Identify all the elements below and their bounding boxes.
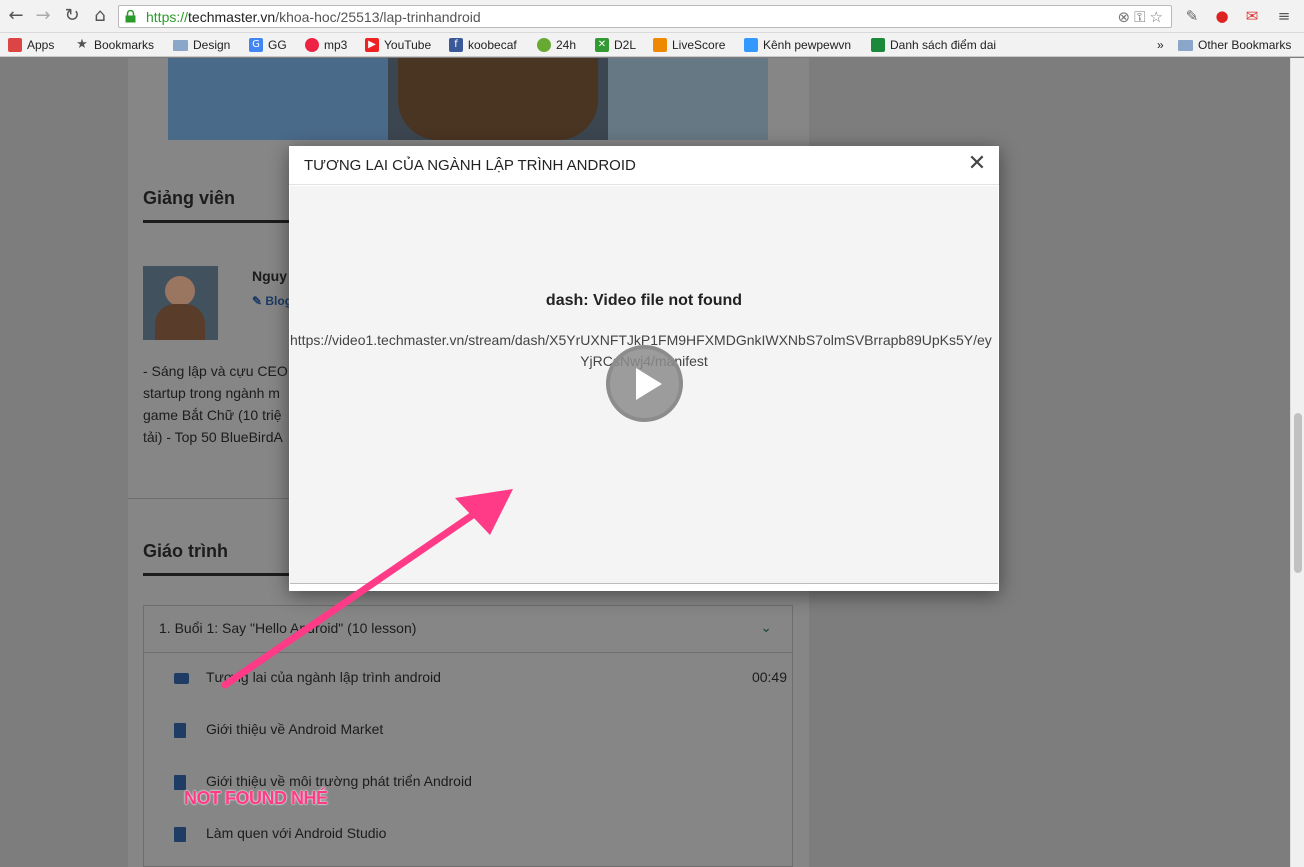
error-title: dash: Video file not found	[545, 292, 743, 309]
other-bookmarks[interactable]: Other Bookmarks	[1178, 37, 1291, 53]
omnibox-actions: ⊗⚿☆	[1118, 8, 1167, 26]
bookmark-youtube[interactable]: ▶ YouTube	[365, 37, 431, 53]
section-label: 1. Buổi 1: Say "Hello Android" (10 lesso…	[159, 620, 417, 636]
bookmark-star-icon[interactable]: ☆	[1150, 8, 1167, 26]
bookmark-bookmarks[interactable]: ★ Bookmarks	[75, 37, 154, 53]
heading-underline	[143, 220, 293, 223]
bookmarks-bar: Apps ★ Bookmarks Design G GG mp3 ▶ YouTube …	[0, 33, 1304, 57]
lesson-label: Giới thiệu về Android Market	[206, 721, 384, 737]
cookie-blocked-icon[interactable]: ⊗	[1118, 8, 1135, 26]
back-arrow-icon[interactable]: ←	[6, 6, 26, 26]
24h-icon	[537, 38, 551, 52]
star-icon: ★	[76, 37, 88, 52]
mp3-icon	[305, 38, 319, 52]
chevron-down-icon[interactable]: ⌄	[760, 620, 772, 636]
video-camera-icon	[174, 673, 189, 684]
lesson-label: Làm quen với Android Studio	[206, 825, 387, 841]
lesson-item[interactable]: Giới thiệu về Android Market	[144, 705, 792, 757]
instructor-avatar	[143, 266, 218, 340]
video-modal: TƯƠNG LAI CỦA NGÀNH LẬP TRÌNH ANDROID ✕ …	[289, 146, 999, 591]
menu-icon[interactable]: ≡	[1274, 6, 1294, 26]
eyedropper-icon[interactable]: ✎	[1182, 6, 1202, 26]
close-icon[interactable]: ✕	[967, 153, 987, 175]
annotation-note: NOT FOUND NHÉ	[184, 788, 328, 808]
lock-icon	[125, 10, 136, 23]
channel-icon	[744, 38, 758, 52]
instructor-name[interactable]: Nguy	[252, 268, 287, 284]
bookmark-livescore[interactable]: LiveScore	[653, 37, 725, 53]
sheet-icon	[871, 38, 885, 52]
url-text: https://techmaster.vn/khoa-hoc/25513/lap…	[146, 9, 481, 25]
heading-underline	[143, 573, 293, 576]
page-scrollbar[interactable]	[1290, 58, 1304, 867]
bookmark-kenh-pewpewvn[interactable]: Kênh pewpewvn	[744, 37, 851, 53]
lesson-item[interactable]: Làm quen với Android Studio	[144, 809, 792, 861]
gmail-icon[interactable]: ✉	[1242, 6, 1262, 26]
curriculum-section: 1. Buổi 1: Say "Hello Android" (10 lesso…	[143, 605, 793, 867]
bookmark-gg[interactable]: G GG	[249, 37, 287, 53]
play-icon	[636, 368, 662, 400]
video-player[interactable]: dash: Video file not found https://video…	[290, 186, 998, 584]
bookmark-d2l[interactable]: ✕ D2L	[595, 37, 636, 53]
modal-header: TƯƠNG LAI CỦA NGÀNH LẬP TRÌNH ANDROID ✕	[289, 146, 999, 185]
document-icon	[174, 827, 186, 842]
instructor-blog-link[interactable]: ✎ Blog	[252, 294, 292, 308]
folder-icon	[1178, 39, 1193, 51]
bookmark-design[interactable]: Design	[173, 37, 230, 53]
bookmark-24h[interactable]: 24h	[537, 37, 576, 53]
hero-image	[168, 58, 768, 140]
forward-arrow-icon[interactable]: →	[33, 6, 53, 26]
bookmark-apps[interactable]: Apps	[8, 37, 54, 53]
apps-grid-icon	[8, 38, 22, 52]
facebook-icon: f	[449, 38, 463, 52]
document-icon	[174, 723, 186, 738]
key-icon[interactable]: ⚿	[1134, 8, 1149, 26]
bookmark-koobecaf[interactable]: f koobecaf	[449, 37, 517, 53]
browser-toolbar: ← → ↻ ⌂ https://techmaster.vn/khoa-hoc/2…	[0, 0, 1304, 33]
section-header[interactable]: 1. Buổi 1: Say "Hello Android" (10 lesso…	[144, 606, 792, 653]
edit-icon: ✎	[252, 294, 266, 308]
address-bar[interactable]: https://techmaster.vn/khoa-hoc/25513/lap…	[118, 5, 1172, 28]
livescore-icon	[653, 38, 667, 52]
curriculum-heading: Giáo trình	[143, 541, 228, 561]
lesson-label: Tương lai của ngành lập trình android	[206, 669, 441, 685]
opera-icon[interactable]: ●	[1212, 6, 1232, 26]
folder-icon	[173, 39, 188, 51]
youtube-icon: ▶	[365, 38, 379, 52]
google-icon: G	[249, 38, 263, 52]
bookmarks-overflow-button[interactable]: »	[1157, 37, 1164, 53]
scrollbar-thumb[interactable]	[1294, 413, 1302, 573]
lesson-label: Giới thiệu về môi trường phát triển Andr…	[206, 773, 472, 789]
instructor-bio: - Sáng lập và cựu CEO startup trong ngàn…	[143, 363, 288, 445]
lesson-duration: 00:49	[751, 669, 787, 685]
play-button[interactable]	[606, 345, 683, 422]
bookmark-mp3[interactable]: mp3	[305, 37, 347, 53]
home-icon[interactable]: ⌂	[90, 6, 110, 26]
modal-title: TƯƠNG LAI CỦA NGÀNH LẬP TRÌNH ANDROID	[304, 157, 636, 174]
instructor-heading: Giảng viên	[143, 188, 236, 208]
d2l-icon: ✕	[595, 38, 609, 52]
reload-icon[interactable]: ↻	[62, 6, 82, 26]
lesson-item[interactable]: Tương lai của ngành lập trình android 00…	[144, 653, 792, 705]
bookmark-danh-sach[interactable]: Danh sách điểm dai	[871, 37, 1011, 53]
